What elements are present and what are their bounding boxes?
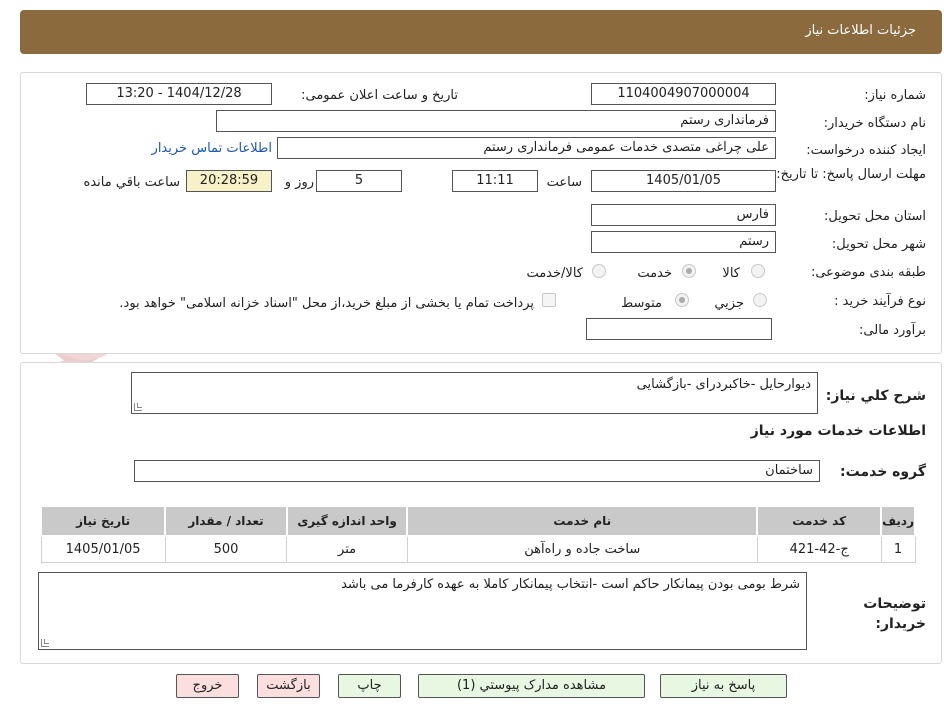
view-attachments-button[interactable]: مشاهده مدارک پیوستي (1) [418,674,645,698]
col-service-code: کد خدمت [756,505,883,537]
deadline-time-label: ساعت [546,175,582,190]
exit-button[interactable]: خروج [176,674,239,698]
days-label: روز و [284,175,314,190]
deadline-label: مهلت ارسال پاسخ: تا تاریخ: [776,167,926,182]
province-field: فارس [591,204,776,226]
treasury-payment-note: پرداخت تمام یا بخشی از مبلغ خرید،از محل … [119,296,534,311]
cell-unit: متر [286,535,408,563]
buyer-notes-textarea: شرط بومی بودن پیمانکار حاکم است -انتخاب … [38,572,807,650]
cell-row-number: 1 [880,535,916,563]
services-title: اطلاعات خدمات مورد نياز [750,423,926,439]
col-service-name: نام خدمت [406,505,759,537]
cell-service-name: ساخت جاده و راه‌آهن [406,535,758,563]
city-field: رستم [591,231,776,253]
announce-datetime-field: 1404/12/28 - 13:20 [86,83,272,105]
need-number-field: 1104004907000004 [591,83,776,105]
col-unit: واحد اندازه گيری [285,505,409,537]
col-row-number: رديف [880,505,916,537]
deadline-time-field: 11:11 [452,170,538,192]
buyer-org-field: فرمانداری رستم [216,110,776,132]
treasury-payment-checkbox[interactable] [542,293,556,307]
process-label: نوع فرآیند خرید : [834,294,926,309]
announce-label: تاریخ و ساعت اعلان عمومی: [301,88,458,103]
col-need-date: تاريخ نياز [39,505,167,537]
summary-textarea: دیوارحایل -خاکبردرای -بازگشایی [131,372,818,414]
buyer-contact-link[interactable]: اطلاعات تماس خریدار [152,141,272,156]
remaining-label: ساعت باقي مانده [83,175,180,190]
need-number-label: شماره نیاز: [864,88,926,103]
buyer-notes-label: توضیحات خریدار: [863,596,926,632]
reply-button[interactable]: پاسخ به نیاز [660,674,787,698]
process-radio-medium[interactable] [675,293,689,307]
remaining-time-field: 20:28:59 [186,170,272,192]
category-radio-service[interactable] [682,264,696,278]
back-button[interactable]: بازگشت [257,674,320,698]
city-label: شهر محل تحویل: [831,237,926,252]
deadline-date-field: 1405/01/05 [591,170,776,192]
service-group-label: گروه خدمت: [840,464,926,480]
creator-field: علی چراغی متصدی خدمات عمومی فرمانداری رس… [277,137,776,159]
category-radio-both[interactable] [592,264,606,278]
cell-need-date: 1405/01/05 [40,535,166,563]
resize-handle-icon[interactable] [41,639,49,647]
table-row: 1 ج-42-421 ساخت جاده و راه‌آهن متر 500 1… [40,535,916,563]
service-group-field: ساختمان [134,460,820,482]
creator-label: ایجاد کننده درخواست: [806,143,926,158]
buyer-org-label: نام دستگاه خریدار: [823,116,926,131]
budget-field [586,318,772,340]
resize-handle-icon[interactable] [134,403,142,411]
services-table: رديف کد خدمت نام خدمت واحد اندازه گيری ت… [39,505,916,563]
process-option-minor: جزيي [714,296,744,311]
col-quantity: تعداد / مقدار [164,505,288,537]
buyer-notes-text: شرط بومی بودن پیمانکار حاکم است -انتخاب … [341,577,800,592]
print-button[interactable]: چاپ [338,674,401,698]
page-title: جزئیات اطلاعات نیاز [805,23,916,38]
category-option-service: خدمت [637,266,672,281]
province-label: استان محل تحویل: [824,209,926,224]
category-option-both: کالا/خدمت [526,266,583,281]
process-radio-minor[interactable] [753,293,767,307]
page-header: جزئیات اطلاعات نیاز [20,10,942,54]
category-option-goods: کالا [722,266,740,281]
category-label: طبقه بندی موضوعی: [810,265,926,280]
summary-label: شرح کلي نياز: [825,388,926,404]
process-option-medium: متوسط [621,296,662,311]
cell-quantity: 500 [164,535,288,563]
table-header-row: رديف کد خدمت نام خدمت واحد اندازه گيری ت… [39,505,916,537]
summary-text: دیوارحایل -خاکبردرای -بازگشایی [636,377,811,392]
category-radio-goods[interactable] [751,264,765,278]
cell-service-code: ج-42-421 [756,535,882,563]
days-field: 5 [316,170,402,192]
budget-label: برآورد مالی: [859,323,926,338]
